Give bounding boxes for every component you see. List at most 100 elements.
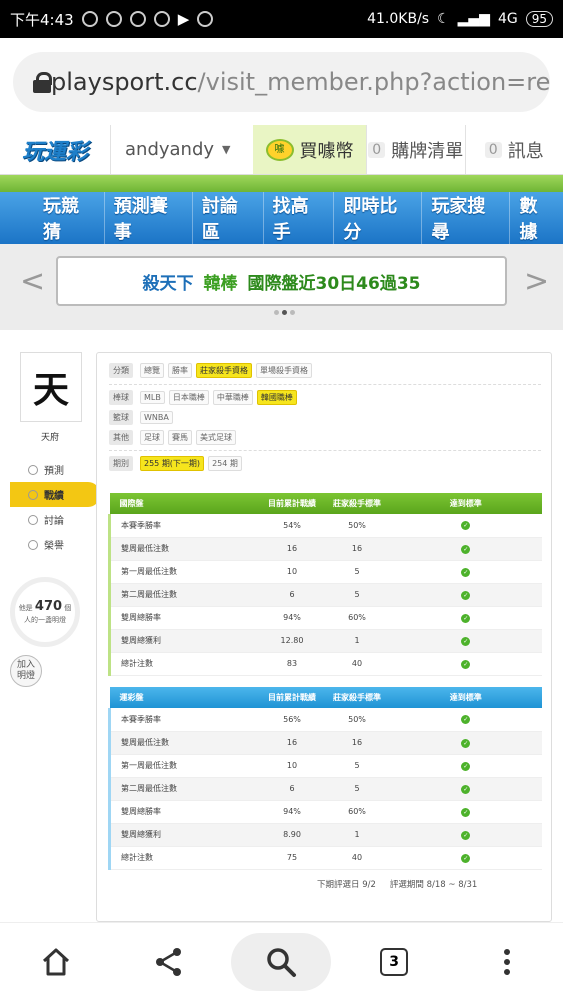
play-icon: ▶ <box>177 10 190 28</box>
filter-tag[interactable]: WNBA <box>140 411 173 424</box>
caret-down-icon: ▼ <box>222 143 231 156</box>
current-value: 6 <box>259 583 325 607</box>
row-label: 總計注數 <box>108 846 260 870</box>
next-review-date: 下期評選日 9/2 <box>317 880 376 890</box>
promo-carousel: < 殺天下 韓棒 國際盤近30日46過35 > <box>0 244 563 330</box>
row-label: 第二周最低注數 <box>108 583 260 607</box>
met-cell: ✓ <box>389 777 542 801</box>
site-logo[interactable]: 玩運彩 <box>0 125 110 174</box>
nav-player-search[interactable]: 玩家搜尋 <box>421 192 509 244</box>
period-tag-selected[interactable]: 255 期(下一期) <box>140 456 205 471</box>
nav-guess[interactable]: 玩競猜 <box>34 192 104 244</box>
status-bar: 下午4:43 ▶ 41.0KB/s ☾ ▂▄▆ 4G 95 <box>0 0 563 38</box>
filter-tag[interactable]: 中華職棒 <box>212 390 253 405</box>
row-label: 第二周最低注數 <box>108 777 260 801</box>
row-label: 第一周最低注數 <box>108 754 260 778</box>
filter-category: 分類 總覽 勝率 莊家殺手資格 單場殺手資格 <box>109 363 312 378</box>
standard-value: 16 <box>324 731 390 755</box>
table-row: 雙周總勝率 94% 60% ✓ <box>108 800 542 824</box>
filter-label: 籃球 <box>109 410 133 425</box>
review-period: 評選期間 8/18 ~ 8/31 <box>389 880 478 890</box>
join-lamp-button[interactable]: 加入 明燈 <box>10 655 42 687</box>
standard-value: 40 <box>324 652 390 676</box>
chat-icon <box>129 11 146 27</box>
chat-icon <box>28 514 38 525</box>
lottery-criteria-table: 運彩盤 目前累計戰績 莊家殺手標準 達到標準 本賽季勝率 56% 50% ✓ 雙周最低注… <box>108 687 542 870</box>
filter-label: 期別 <box>109 456 133 471</box>
row-label: 本賽季勝率 <box>108 514 260 538</box>
chevron-left-icon[interactable]: < <box>20 264 45 299</box>
battery-icon: 95 <box>525 11 553 27</box>
filter-tag[interactable]: 單場殺手資格 <box>256 363 312 378</box>
nav-forum[interactable]: 討論區 <box>191 192 263 244</box>
filter-tag[interactable]: 足球 <box>140 430 164 445</box>
lamp-counter: 他是 470 個 人的一盞明燈 <box>10 577 80 647</box>
sidebar-item-honor[interactable]: 榮譽 <box>10 532 102 557</box>
nav-livescore[interactable]: 即時比分 <box>333 192 421 244</box>
check-icon: ✓ <box>461 613 471 623</box>
period-tag[interactable]: 254 期 <box>208 456 242 471</box>
search-icon <box>267 947 297 977</box>
met-cell: ✓ <box>389 823 542 847</box>
buy-coins-button[interactable]: 噱 買噱幣 <box>253 125 366 174</box>
status-time: 下午4:43 <box>10 10 74 29</box>
chevron-right-icon[interactable]: > <box>524 264 549 299</box>
sidebar-item-discussion[interactable]: 討論 <box>10 507 102 532</box>
messages-button[interactable]: 0 訊息 <box>464 125 563 174</box>
check-icon: ✓ <box>461 715 471 725</box>
row-label: 雙周總獲利 <box>108 629 260 653</box>
filter-tag[interactable]: MLB <box>140 391 165 404</box>
sidebar-item-record[interactable]: 戰績 <box>10 482 100 507</box>
met-cell: ✓ <box>389 537 542 561</box>
table-header: 目前累計戰績 <box>259 687 325 708</box>
purchase-list-label: 購牌清單 <box>391 140 464 162</box>
divider <box>109 384 541 385</box>
row-label: 第一周最低注數 <box>108 560 260 584</box>
carousel-dot-active[interactable] <box>282 310 287 315</box>
standard-value: 1 <box>324 629 390 653</box>
met-cell: ✓ <box>389 652 542 676</box>
url-field[interactable]: playsport.cc/visit_member.php?action=re <box>13 52 550 112</box>
standard-value: 5 <box>324 560 390 584</box>
table-header: 莊家殺手標準 <box>324 493 390 514</box>
url-path: /visit_member.php?action=re <box>197 68 550 96</box>
check-icon: ✓ <box>461 521 471 531</box>
table-row: 雙周總獲利 8.90 1 ✓ <box>108 823 542 847</box>
user-menu[interactable]: andyandy ▼ <box>110 125 253 174</box>
met-cell: ✓ <box>389 560 542 584</box>
join-line2: 明燈 <box>16 671 35 681</box>
tabs-button[interactable]: 3 <box>338 923 451 1000</box>
filter-tag-selected[interactable]: 韓國職棒 <box>256 390 297 405</box>
carousel-dots <box>274 310 295 315</box>
nav-experts[interactable]: 找高手 <box>262 192 334 244</box>
met-cell: ✓ <box>389 606 542 630</box>
filter-tag-selected[interactable]: 莊家殺手資格 <box>196 363 252 378</box>
filter-tag[interactable]: 勝率 <box>168 363 192 378</box>
met-cell: ✓ <box>389 514 542 538</box>
nav-data[interactable]: 數據 <box>509 192 563 244</box>
table-header: 目前累計戰績 <box>259 493 325 514</box>
share-button[interactable] <box>113 923 226 1000</box>
purchase-list-button[interactable]: 0 購牌清單 <box>366 125 465 174</box>
row-label: 雙周最低注數 <box>108 731 260 755</box>
filter-tag[interactable]: 賽馬 <box>168 430 192 445</box>
nav-predict[interactable]: 預測賽事 <box>103 192 192 244</box>
search-button[interactable] <box>225 923 338 1000</box>
carousel-dot[interactable] <box>290 310 295 315</box>
home-button[interactable] <box>0 923 113 1000</box>
current-value: 10 <box>259 754 325 778</box>
sidebar-item-predict[interactable]: 預測 <box>10 457 102 482</box>
more-menu-button[interactable] <box>450 923 563 1000</box>
tab-count: 3 <box>380 947 409 976</box>
carousel-dot[interactable] <box>274 310 279 315</box>
table-row: 本賽季勝率 54% 50% ✓ <box>108 514 542 538</box>
filter-tag[interactable]: 美式足球 <box>196 430 236 445</box>
filter-tag[interactable]: 總覽 <box>140 363 164 378</box>
standard-value: 60% <box>324 606 390 630</box>
filter-tag[interactable]: 日本職棒 <box>168 390 209 405</box>
filter-label: 其他 <box>109 430 133 445</box>
promo-banner[interactable]: 殺天下 韓棒 國際盤近30日46過35 <box>56 256 507 306</box>
lamp-pre: 他是 <box>18 604 33 612</box>
table-row: 第一周最低注數 10 5 ✓ <box>108 754 542 778</box>
met-cell: ✓ <box>389 629 542 653</box>
